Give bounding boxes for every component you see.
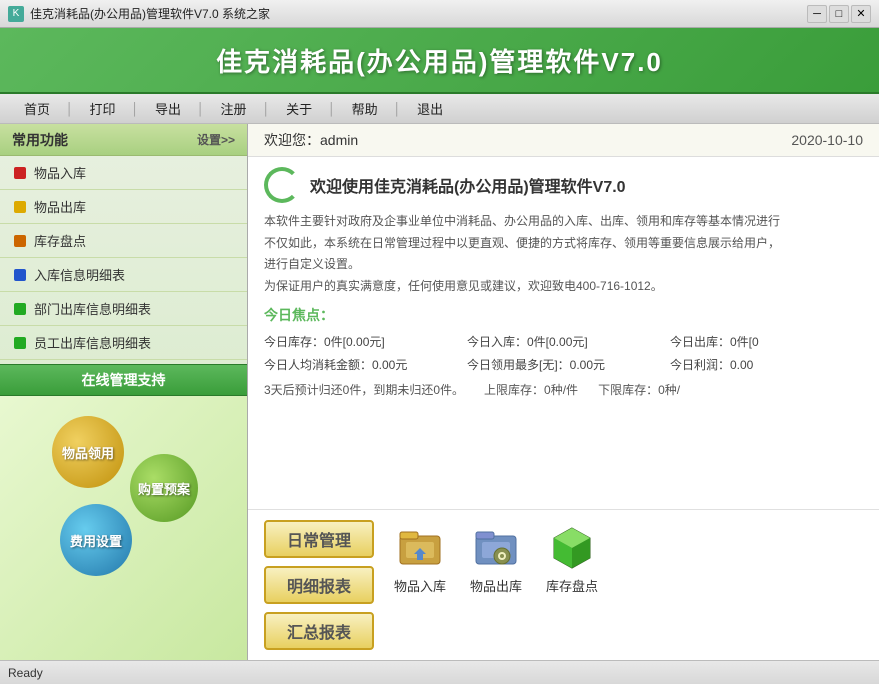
nav-dot-emp-out [14,337,26,349]
shortcut-out-icon [470,520,522,572]
content-area: 欢迎您：admin 2020-10-10 欢迎使用佳克消耗品(办公用品)管理软件… [248,124,879,660]
bubble-purchase[interactable]: 购置预案 [130,454,198,522]
nav-label-stock: 库存盘点 [34,231,86,250]
shortcut-stock[interactable]: 库存盘点 [546,520,598,595]
sidebar-section-title: 常用功能 设置>> [0,124,247,156]
note-lower: 下限库存：0种/ [598,383,680,397]
desc-line2: 不仅如此，本系统在日常管理过程中以更直观、便捷的方式将库存、领用等重要信息展示给… [264,236,780,250]
note-return: 3天后预计归还0件，到期未归还0件。 [264,383,464,397]
nav-label-in: 物品入库 [34,163,86,182]
sidebar-item-emp-out[interactable]: 员工出库信息明细表 [0,326,247,360]
left-buttons: 日常管理 明细报表 汇总报表 [264,520,374,650]
btn-summary[interactable]: 汇总报表 [264,612,374,650]
maximize-button[interactable]: □ [829,5,849,23]
stat-top: 今日领用最多[无]：0.00元 [467,354,660,375]
shortcut-icons: 物品入库 物品出库 [394,520,598,595]
sep4: │ [261,102,273,116]
stat-stock: 今日库存：0件[0.00元] [264,331,457,352]
menu-export[interactable]: 导出 [141,95,195,122]
desc-line3: 进行自定义设置。 [264,257,360,271]
nav-label-in-detail: 入库信息明细表 [34,265,125,284]
stat-avg: 今日人均消耗金额：0.00元 [264,354,457,375]
folder-in-icon [396,522,444,570]
shortcut-in[interactable]: 物品入库 [394,520,446,595]
sep1: │ [64,102,76,116]
bubble-lingyon[interactable]: 物品领用 [52,416,124,488]
cube-green-icon [548,522,596,570]
sep5: │ [326,102,338,116]
sep2: │ [130,102,142,116]
desc-line1: 本软件主要针对政府及企事业单位中消耗品、办公用品的入库、出库、领用和库存等基本情… [264,214,780,228]
welcome-title: 欢迎使用佳克消耗品(办公用品)管理软件V7.0 [310,173,626,197]
shortcut-in-label: 物品入库 [394,576,446,595]
titlebar-title: 佳克消耗品(办公用品)管理软件V7.0 系统之家 [30,5,805,22]
btn-daily[interactable]: 日常管理 [264,520,374,558]
date-display: 2020-10-10 [791,132,863,148]
btn-detail[interactable]: 明细报表 [264,566,374,604]
sep6: │ [392,102,404,116]
sep3: │ [195,102,207,116]
menu-about[interactable]: 关于 [272,95,326,122]
stat-out: 今日出库：0件[0 [670,331,863,352]
status-text: Ready [8,666,43,680]
bubble-lingyon-label: 物品领用 [62,443,114,462]
shortcut-out-label: 物品出库 [470,576,522,595]
welcome-bar: 欢迎您：admin 2020-10-10 [248,124,879,157]
bubble-cost[interactable]: 费用设置 [60,504,132,576]
bubble-purchase-label: 购置预案 [138,479,190,498]
nav-dot-out [14,201,26,213]
nav-dot-dept-out [14,303,26,315]
sidebar-item-in[interactable]: 物品入库 [0,156,247,190]
nav-label-out: 物品出库 [34,197,86,216]
actions-area: 日常管理 明细报表 汇总报表 物品入库 [248,509,879,660]
nav-dot-stock [14,235,26,247]
sidebar-title-text: 常用功能 [12,130,68,150]
bottom-note: 3天后预计归还0件，到期未归还0件。 上限库存：0种/件 下限库存：0种/ [264,381,863,398]
menu-print[interactable]: 打印 [76,95,130,122]
menu-help[interactable]: 帮助 [338,95,392,122]
shortcut-stock-label: 库存盘点 [546,576,598,595]
welcome-user: 欢迎您：admin [264,130,358,150]
menubar: 首页 │ 打印 │ 导出 │ 注册 │ 关于 │ 帮助 │ 退出 [0,94,879,124]
nav-label-dept-out: 部门出库信息明细表 [34,299,151,318]
menu-register[interactable]: 注册 [207,95,261,122]
online-label: 在线管理支持 [82,370,166,390]
sidebar: 常用功能 设置>> 物品入库 物品出库 库存盘点 入库信息明细表 部门出库信息明… [0,124,248,660]
welcome-body: 欢迎使用佳克消耗品(办公用品)管理软件V7.0 本软件主要针对政府及企事业单位中… [248,157,879,509]
close-button[interactable]: ✕ [851,5,871,23]
nav-dot-in-detail [14,269,26,281]
titlebar: K 佳克消耗品(办公用品)管理软件V7.0 系统之家 ─ □ ✕ [0,0,879,28]
minimize-button[interactable]: ─ [807,5,827,23]
sidebar-item-out[interactable]: 物品出库 [0,190,247,224]
stat-profit: 今日利润：0.00 [670,354,863,375]
menu-quit[interactable]: 退出 [403,95,457,122]
app-icon: K [8,6,24,22]
header-banner: 佳克消耗品(办公用品)管理软件V7.0 [0,28,879,94]
statusbar: Ready [0,660,879,684]
main-area: 常用功能 设置>> 物品入库 物品出库 库存盘点 入库信息明细表 部门出库信息明… [0,124,879,660]
welcome-desc: 本软件主要针对政府及企事业单位中消耗品、办公用品的入库、出库、领用和库存等基本情… [264,211,863,297]
folder-out-icon [472,522,520,570]
sidebar-item-in-detail[interactable]: 入库信息明细表 [0,258,247,292]
welcome-logo-section: 欢迎使用佳克消耗品(办公用品)管理软件V7.0 [264,167,863,203]
note-upper: 上限库存：0种/件 [484,383,578,397]
menu-home[interactable]: 首页 [10,95,64,122]
desc-line4: 为保证用户的真实满意度，任何使用意见或建议，欢迎致电400-716-1012。 [264,279,663,293]
today-focus: 今日焦点： [264,305,863,325]
sidebar-item-stock[interactable]: 库存盘点 [0,224,247,258]
stats-grid: 今日库存：0件[0.00元] 今日入库：0件[0.00元] 今日出库：0件[0 … [264,331,863,375]
stat-in: 今日入库：0件[0.00元] [467,331,660,352]
shortcut-in-icon [394,520,446,572]
shortcut-stock-icon [546,520,598,572]
nav-dot-in [14,167,26,179]
sidebar-item-dept-out[interactable]: 部门出库信息明细表 [0,292,247,326]
settings-link[interactable]: 设置>> [197,131,235,148]
bubble-cost-label: 费用设置 [70,531,122,550]
online-section: 在线管理支持 [0,364,247,396]
banner-title: 佳克消耗品(办公用品)管理软件V7.0 [216,42,663,79]
shortcut-out[interactable]: 物品出库 [470,520,522,595]
nav-label-emp-out: 员工出库信息明细表 [34,333,151,352]
welcome-logo-icon [264,167,300,203]
bubbles-area: 物品领用 购置预案 费用设置 [0,396,247,660]
